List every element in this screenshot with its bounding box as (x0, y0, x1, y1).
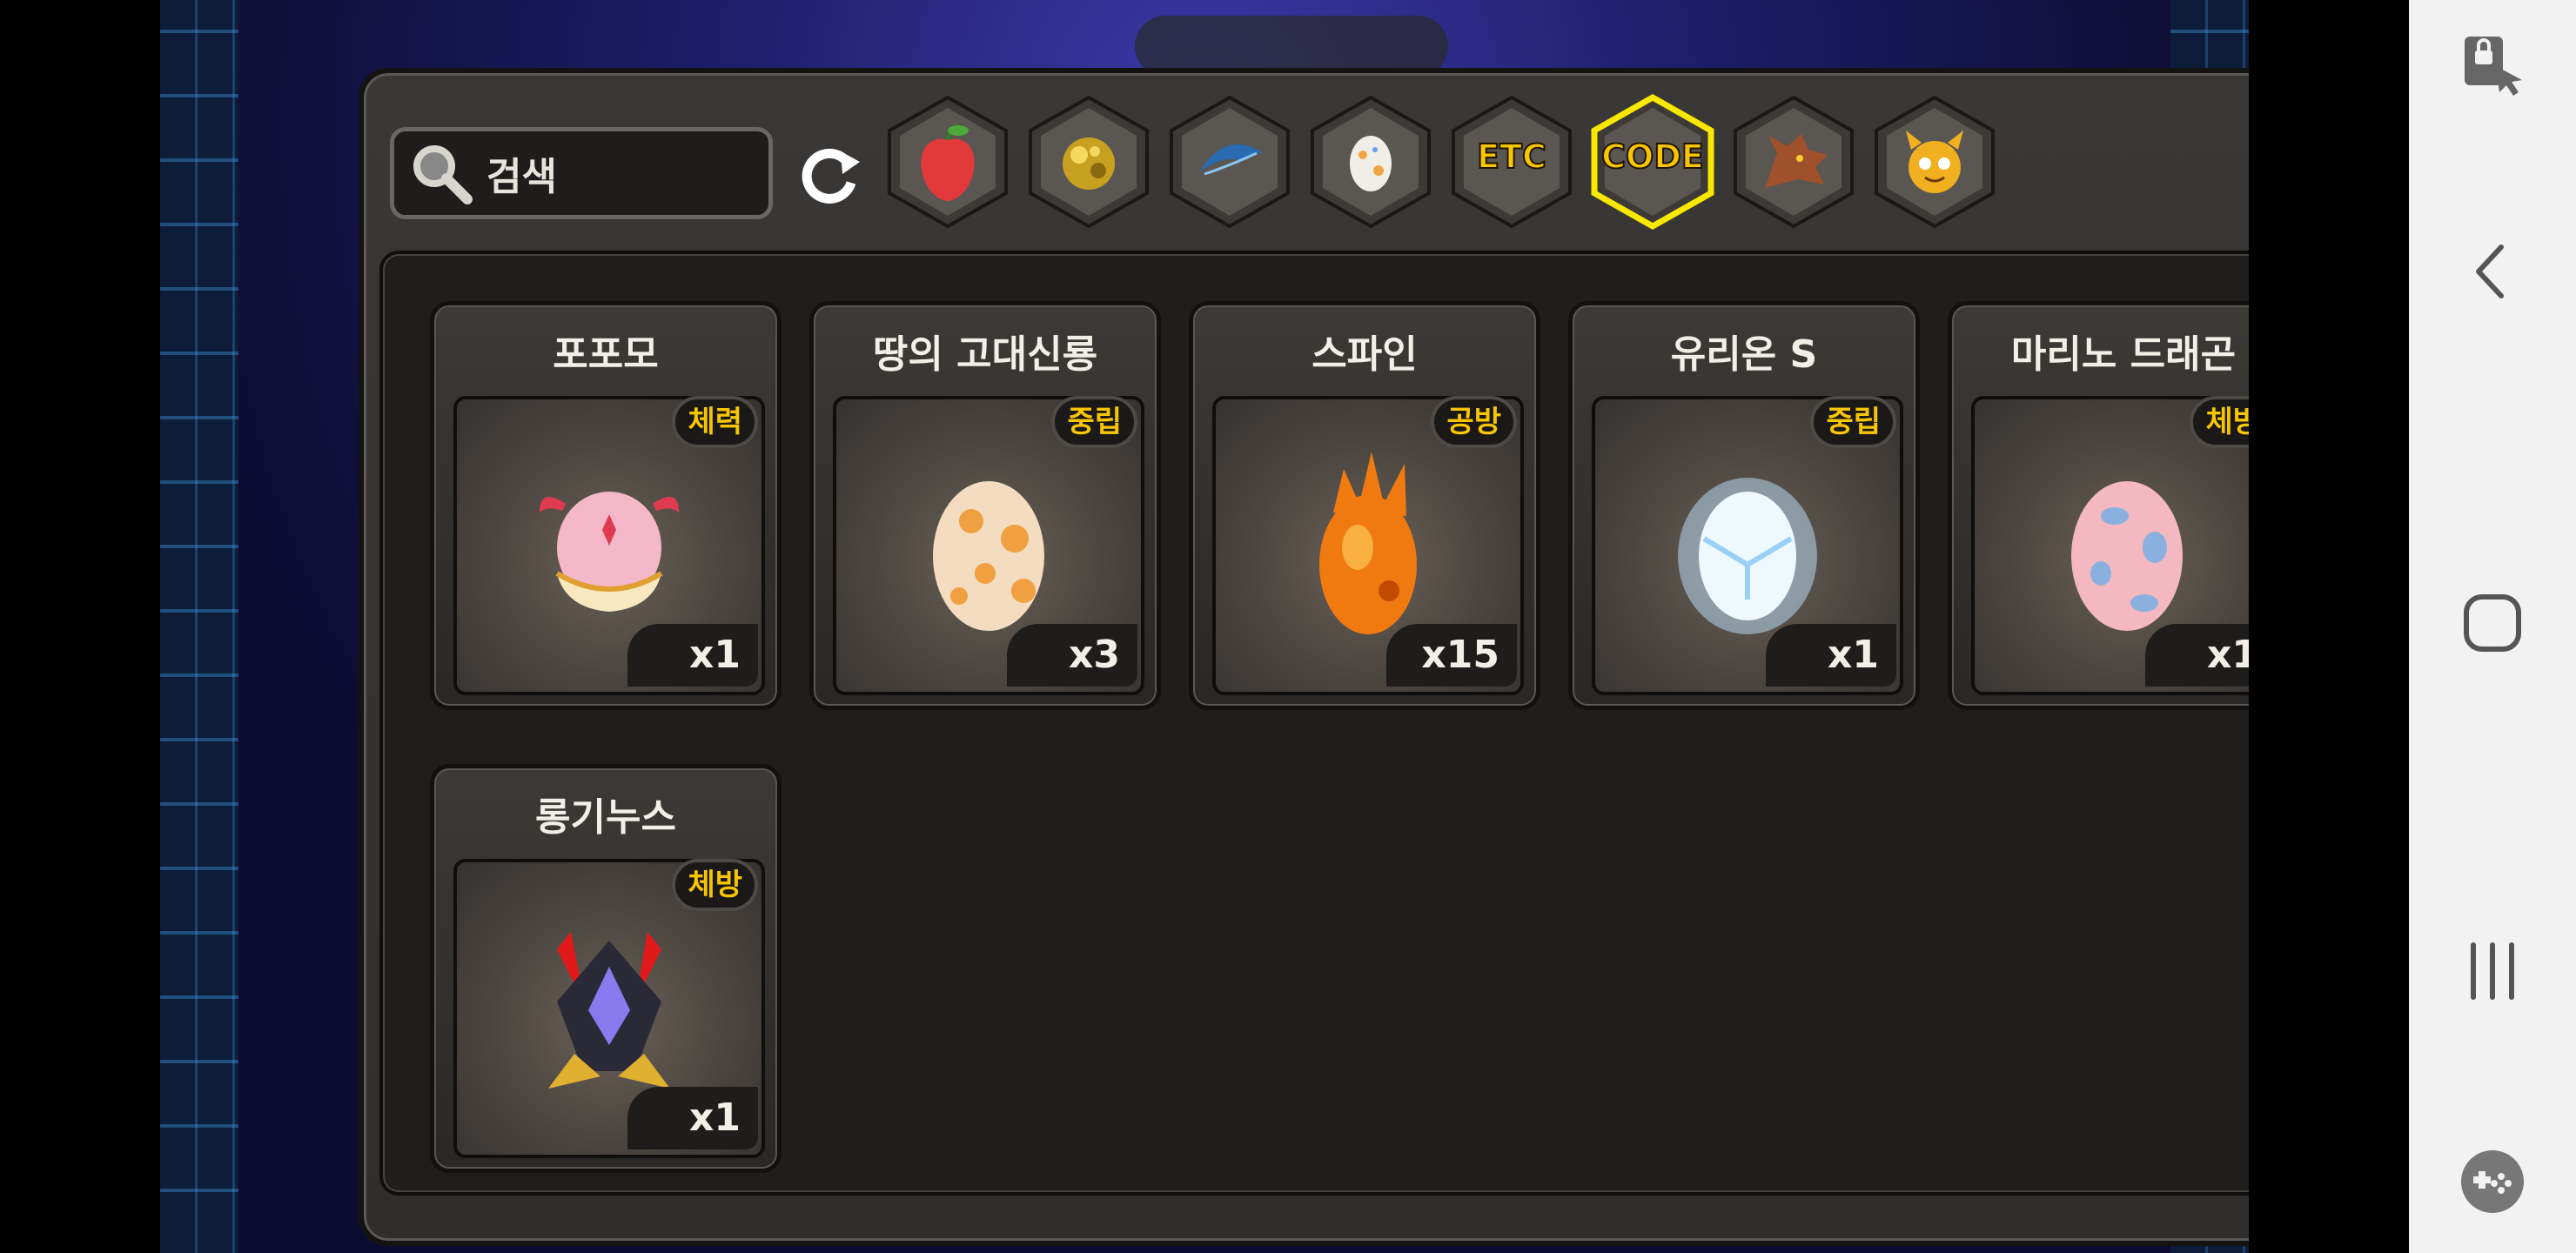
item-type-badge: 중립 (1810, 396, 1896, 448)
item-name: 롱기누스 (535, 795, 676, 840)
recent-apps-icon[interactable] (2458, 936, 2527, 1006)
item-name: 포포모 (553, 332, 659, 377)
tab-dragon[interactable] (1730, 92, 1857, 231)
item-card[interactable]: 유리온 S 중립 x1 (1568, 301, 1920, 710)
item-name: 유리온 S (1670, 332, 1818, 377)
egg-icon (1350, 136, 1392, 191)
tab-dragon-scale[interactable] (1166, 92, 1293, 231)
marino-egg-image (2071, 481, 2183, 631)
circuit-decoration-left (160, 0, 238, 1253)
home-icon[interactable] (2458, 588, 2527, 658)
item-name: 땅의 고대신룡 (872, 332, 1098, 377)
item-count: x1 (627, 624, 758, 687)
item-type-badge: 공방 (1431, 396, 1517, 448)
tab-etc[interactable]: ETC (1448, 92, 1575, 231)
back-icon[interactable] (2458, 237, 2527, 306)
search-field[interactable]: 검색 (390, 127, 773, 219)
item-list: 포포모 체력 x1 땅의 고대신룡 중립 x3 스파인 공방 x15 유리온 S 중립 x1 마리노 드… (379, 251, 2249, 1196)
item-name: 스파인 (1311, 332, 1418, 377)
refresh-icon[interactable] (795, 139, 865, 209)
tab-gold-ore[interactable] (1025, 92, 1152, 231)
popomo-egg-image (540, 492, 679, 612)
tab-fruit[interactable] (884, 92, 1011, 231)
tab-monster[interactable] (1871, 92, 1998, 231)
item-name: 마리노 드래곤 (2010, 332, 2237, 377)
item-type-badge: 체방 (2190, 396, 2249, 448)
item-count: x3 (1007, 624, 1137, 687)
touch-lock-icon[interactable] (2458, 31, 2527, 101)
earth-dragon-egg-image (933, 481, 1044, 631)
item-type-badge: 체력 (672, 396, 758, 448)
tab-code[interactable]: CODE (1589, 92, 1716, 231)
search-icon (413, 145, 473, 204)
inventory-panel: 검색 ETC CODE 포포모체력 x1 땅의 고대신룡중립 x3 스파인공방 x15 유리온… (359, 68, 2249, 1246)
item-count: x1 (627, 1087, 758, 1149)
item-type-badge: 중립 (1051, 396, 1137, 448)
tab-label: CODE (1600, 137, 1705, 177)
android-navigation-bar (2409, 0, 2576, 1253)
tab-label: ETC (1476, 137, 1547, 177)
tab-egg[interactable] (1307, 92, 1434, 231)
item-card[interactable]: 스파인공방 x15 (1189, 301, 1540, 710)
item-type-badge: 체방 (672, 859, 758, 911)
item-card[interactable]: 마리노 드래곤체방 x1 (1948, 301, 2249, 710)
game-background: 검색 ETC CODE 포포모체력 x1 땅의 고대신룡중립 x3 스파인공방 x15 유리온… (160, 0, 2249, 1253)
search-placeholder: 검색 (486, 155, 557, 199)
longinus-egg-image (548, 932, 670, 1089)
gold-ore-icon (1063, 137, 1115, 190)
spine-egg-image (1319, 452, 1417, 634)
item-count: x1 (2145, 624, 2249, 687)
yurion-egg-image (1678, 478, 1817, 634)
item-card[interactable]: 포포모체력 x1 (430, 301, 782, 710)
item-count: x15 (1386, 624, 1517, 687)
item-count: x1 (1766, 624, 1896, 687)
item-card[interactable]: 땅의 고대신룡중립 x3 (809, 301, 1161, 710)
game-tools-icon[interactable] (2458, 1147, 2527, 1216)
item-card[interactable]: 롱기누스체방 x1 (430, 764, 782, 1173)
